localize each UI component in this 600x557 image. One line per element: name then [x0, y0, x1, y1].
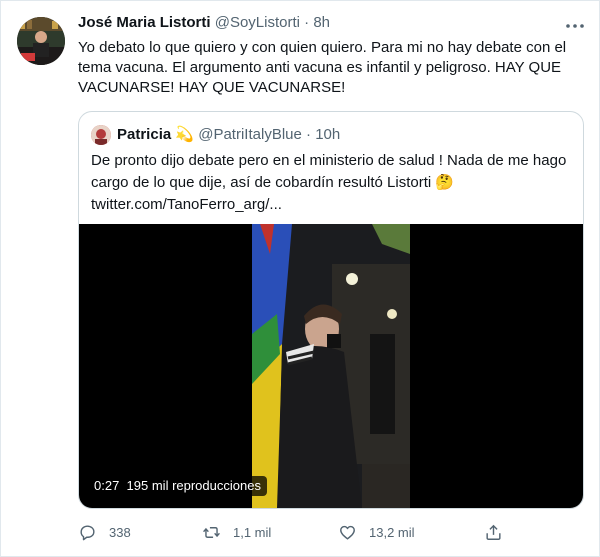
tweet-actions: 338 1,1 mil 13,2 mil [78, 520, 588, 544]
retweet-button[interactable]: 1,1 mil [202, 520, 271, 544]
share-icon [486, 524, 501, 540]
video-views: 195 mil reproducciones [126, 478, 261, 493]
video-duration: 0:27 [94, 478, 120, 493]
video-badge: 0:27 195 mil reproducciones [88, 476, 267, 496]
reply-button[interactable]: 338 [78, 520, 131, 544]
quote-header-separator: · [306, 126, 312, 143]
quote-time: 10h [315, 126, 341, 143]
reply-count: 338 [109, 524, 131, 540]
more-dots-icon[interactable] [563, 16, 587, 36]
heart-icon [340, 525, 355, 540]
quote-author-avatar [91, 125, 111, 145]
retweet-count: 1,1 mil [233, 524, 272, 540]
thinking-emoji: 🤔 [435, 174, 455, 191]
video-player[interactable]: 0:27 195 mil reproducciones [79, 224, 583, 508]
share-button[interactable] [484, 520, 515, 544]
quote-header: Patricia 💫 @PatriItalyBlue · 10h [117, 125, 340, 143]
quote-text-line2: cargo de lo que dije, así de cobardín re… [91, 174, 432, 191]
quote-author-handle: @PatriItalyBlue [198, 126, 302, 143]
author-name[interactable]: José Maria Listorti [78, 14, 211, 31]
author-avatar[interactable] [17, 17, 65, 65]
retweet-icon [203, 526, 220, 538]
like-count: 13,2 mil [369, 524, 415, 540]
reply-icon [80, 524, 95, 540]
quoted-tweet[interactable]: Patricia 💫 @PatriItalyBlue · 10h De pron… [78, 111, 584, 509]
tweet-header: José Maria Listorti @SoyListorti · 8h [78, 14, 330, 31]
like-button[interactable]: 13,2 mil [338, 520, 415, 544]
quote-text-line1: De pronto dijo debate pero en el ministe… [91, 152, 567, 169]
quote-author-emoji: 💫 [175, 126, 195, 143]
tweet-text: Yo debato lo que quiero y con quien quie… [78, 39, 567, 96]
tweet-time[interactable]: 8h [313, 14, 330, 31]
quote-text: De pronto dijo debate pero en el ministe… [91, 150, 571, 216]
quote-author-name: Patricia [117, 126, 172, 143]
header-separator: · [304, 14, 310, 31]
video-frame [252, 224, 410, 508]
quote-link[interactable]: twitter.com/TanoFerro_arg/... [91, 196, 282, 213]
author-handle[interactable]: @SoyListorti [215, 14, 300, 31]
